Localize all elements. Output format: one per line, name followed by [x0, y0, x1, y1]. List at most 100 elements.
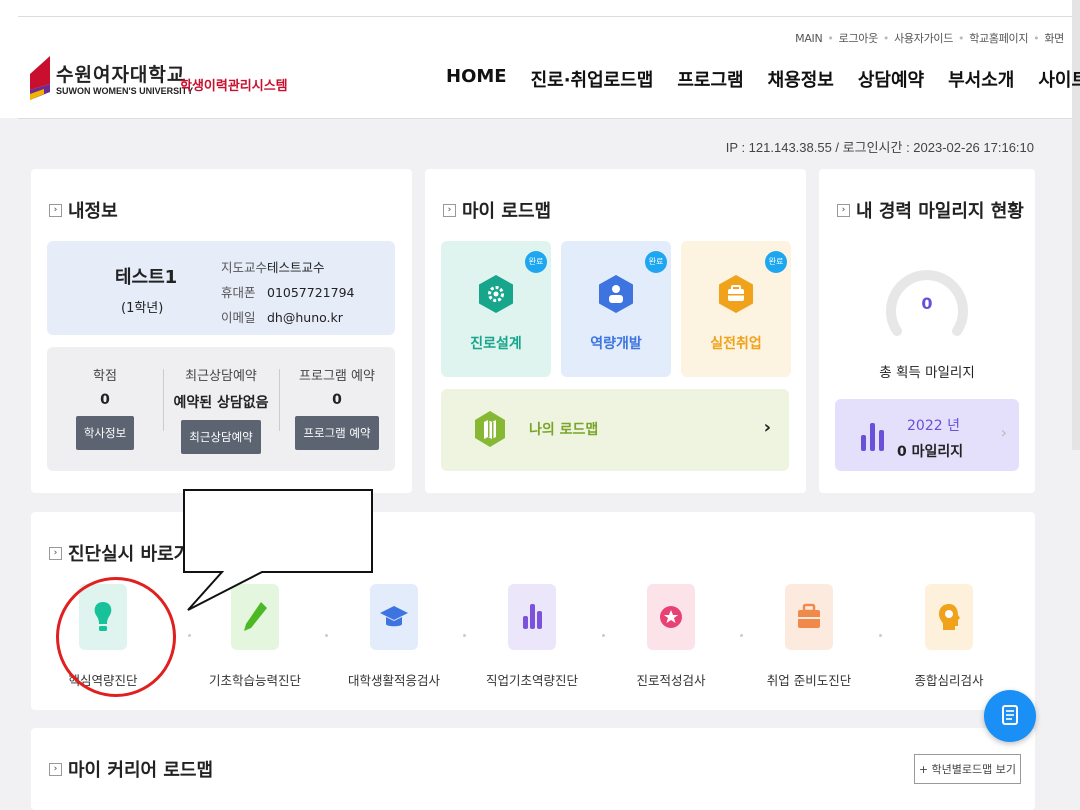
career-roadmap-title-text: 마이 커리어 로드맵: [68, 760, 214, 781]
student-name: 테스트1: [115, 267, 178, 288]
person-icon: [599, 275, 633, 313]
head-icon: [925, 584, 973, 650]
diag-label: 기초학습능력진단: [208, 673, 301, 688]
map-icon: [475, 411, 505, 447]
document-icon: [1002, 705, 1018, 725]
career-roadmap-card: › 마이 커리어 로드맵 + 학년별로드맵 보기: [31, 728, 1035, 810]
mileage-year: 2022 년: [907, 418, 960, 434]
my-roadmap-title: › 마이 로드맵: [443, 197, 551, 223]
logo-name-ko: 수원여자대학교: [56, 64, 186, 86]
phone-value: 01057721794: [267, 285, 355, 300]
diag-label: 직업기초역량진단: [485, 673, 578, 688]
diag-career-aptitude[interactable]: 진로적성검사: [601, 584, 741, 689]
bar-chart-icon: [508, 584, 556, 650]
mileage-total-label: 총 획득 마일리지: [879, 365, 975, 381]
my-roadmap-link[interactable]: 나의 로드맵 ›: [441, 389, 789, 471]
utility-links: MAIN • 로그아웃 • 사용자가이드 • 학교홈페이지 • 화면: [795, 32, 1064, 45]
util-link-main[interactable]: MAIN: [795, 32, 823, 45]
mileage-gauge: 0: [886, 270, 968, 336]
graduation-cap-icon: [370, 584, 418, 650]
mileage-year-box[interactable]: 2022 년 0 마일리지 ›: [835, 399, 1019, 471]
stat-value: 0: [332, 392, 342, 408]
chevron-right-icon: ›: [763, 417, 771, 438]
done-badge: 완료: [765, 251, 787, 273]
done-badge: 완료: [525, 251, 547, 273]
profile-details: 지도교수테스트교수 휴대폰 01057721794 이메일 dh@huno.kr: [221, 255, 354, 330]
diag-label: 취업 준비도진단: [766, 673, 852, 688]
mileage-card: › 내 경력 마일리지 현황 0 총 획득 마일리지 2022 년 0 마일리지 …: [819, 169, 1035, 493]
stat-value: 예약된 상담없음: [173, 395, 269, 411]
bullet-icon: ›: [443, 203, 456, 217]
my-roadmap-card: › 마이 로드맵 완료 진로설계 완료 역량개발 완료 실전취업 나의 로드맵 …: [425, 169, 806, 493]
floating-menu-button[interactable]: [984, 690, 1036, 742]
stat-credits: 학점 0 학사정보: [47, 365, 163, 450]
stat-title: 학점: [93, 369, 117, 384]
bullet-icon: ›: [49, 203, 62, 217]
my-info-title-text: 내정보: [68, 201, 118, 222]
email-label: 이메일: [221, 310, 256, 325]
logo-mark-icon: [30, 56, 50, 100]
stat-title: 최근상담예약: [185, 369, 257, 384]
mileage-title-text: 내 경력 마일리지 현황: [856, 201, 1024, 222]
nav-program[interactable]: 프로그램: [677, 66, 743, 92]
tile-label: 실전취업: [710, 336, 762, 352]
stat-title: 프로그램 예약: [299, 369, 375, 384]
university-logo[interactable]: 수원여자대학교 SUWON WOMEN'S UNIVERSITY 학생이력관리시…: [30, 56, 310, 106]
logo-name-en: SUWON WOMEN'S UNIVERSITY: [56, 86, 194, 96]
nav-jobs[interactable]: 채용정보: [768, 66, 834, 92]
diag-label: 종합심리검사: [914, 673, 984, 688]
util-link-guide[interactable]: 사용자가이드: [894, 32, 953, 45]
diag-psychology[interactable]: 종합심리검사: [879, 584, 1019, 689]
header-divider: [18, 118, 1080, 119]
chevron-right-icon: ›: [1000, 423, 1007, 442]
util-link-homepage[interactable]: 학교홈페이지: [969, 32, 1028, 45]
nav-home[interactable]: HOME: [446, 66, 507, 92]
my-roadmap-label: 나의 로드맵: [529, 422, 599, 438]
student-grade: (1학년): [121, 301, 164, 316]
roadmap-tile-career-design[interactable]: 완료 진로설계: [441, 241, 551, 377]
advisor-value: 테스트교수: [267, 260, 325, 275]
career-roadmap-title: › 마이 커리어 로드맵: [49, 756, 213, 782]
tile-label: 진로설계: [470, 336, 522, 352]
diag-label: 대학생활적응검사: [347, 673, 440, 688]
bullet-icon: ›: [837, 203, 850, 217]
mileage-year-value: 0 마일리지: [897, 444, 964, 460]
my-roadmap-title-text: 마이 로드맵: [462, 201, 552, 222]
star-icon: [647, 584, 695, 650]
academic-info-button[interactable]: 학사정보: [75, 416, 135, 450]
briefcase-icon: [785, 584, 833, 650]
done-badge: 완료: [645, 251, 667, 273]
util-link-logout[interactable]: 로그아웃: [839, 32, 879, 45]
diag-job-readiness[interactable]: 취업 준비도진단: [739, 584, 879, 689]
stat-program: 프로그램 예약 0 프로그램 예약: [279, 365, 395, 450]
nav-dept[interactable]: 부서소개: [948, 66, 1014, 92]
bullet-icon: ›: [49, 546, 62, 560]
briefcase-icon: [719, 275, 753, 313]
roadmap-tile-competency[interactable]: 완료 역량개발: [561, 241, 671, 377]
tile-label: 역량개발: [590, 336, 642, 352]
email-value: dh@huno.kr: [267, 310, 343, 325]
main-nav: HOME 진로·취업로드맵 프로그램 채용정보 상담예약 부서소개 사이트맵: [446, 66, 1080, 92]
session-info: IP : 121.143.38.55 / 로그인시간 : 2023-02-26 …: [725, 140, 1034, 155]
nav-roadmap[interactable]: 진로·취업로드맵: [531, 66, 654, 92]
diag-label: 진로적성검사: [636, 673, 706, 688]
nav-sitemap[interactable]: 사이트맵: [1038, 66, 1080, 92]
advisor-label: 지도교수: [221, 260, 268, 275]
yearly-roadmap-button[interactable]: + 학년별로드맵 보기: [913, 754, 1021, 784]
mileage-title: › 내 경력 마일리지 현황: [837, 197, 1024, 223]
diag-job-basic[interactable]: 직업기초역량진단: [462, 584, 602, 689]
stat-value: 0: [100, 392, 110, 408]
util-link-screen[interactable]: 화면: [1044, 32, 1064, 45]
bullet-icon: ›: [49, 762, 62, 776]
recent-counsel-button[interactable]: 최근상담예약: [181, 420, 261, 454]
callout-box: [183, 489, 373, 611]
program-reserve-button[interactable]: 프로그램 예약: [295, 416, 379, 450]
stat-counsel: 최근상담예약 예약된 상담없음 최근상담예약: [163, 365, 279, 454]
mileage-total-value: 0: [921, 294, 932, 313]
profile-box: 테스트1 (1학년) 지도교수테스트교수 휴대폰 01057721794 이메일 d…: [47, 241, 395, 335]
system-name: 학생이력관리시스템: [180, 79, 288, 94]
phone-label: 휴대폰: [221, 285, 256, 300]
stats-box: 학점 0 학사정보 최근상담예약 예약된 상담없음 최근상담예약 프로그램 예약…: [47, 347, 395, 471]
roadmap-tile-employment[interactable]: 완료 실전취업: [681, 241, 791, 377]
nav-counsel[interactable]: 상담예약: [858, 66, 924, 92]
